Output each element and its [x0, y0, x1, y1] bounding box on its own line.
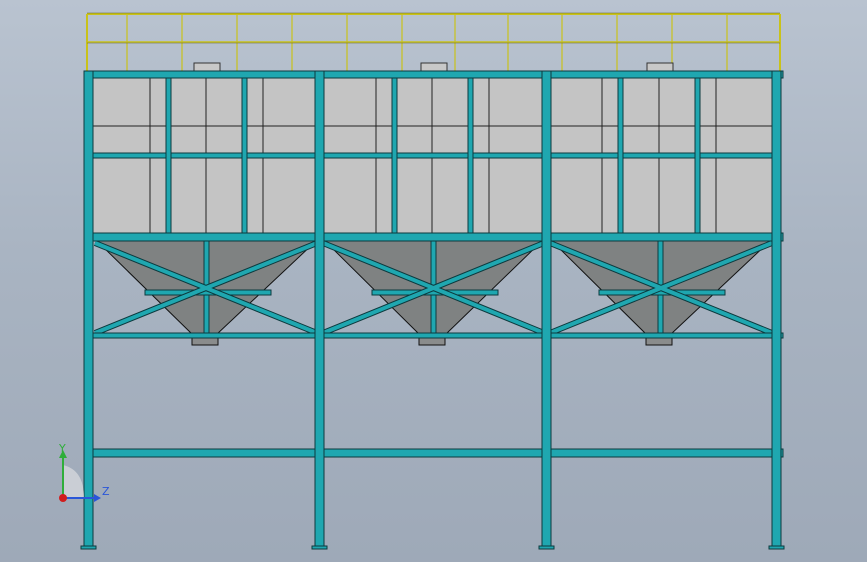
column-base-plates [80, 545, 785, 550]
hopper-top-beam [83, 232, 784, 242]
hopper-bottom-beam [83, 332, 784, 339]
lower-tie-beam [83, 448, 784, 458]
guardrail-outline [87, 12, 780, 44]
column [83, 70, 94, 549]
column [771, 70, 782, 549]
triad-y-label: Y [59, 442, 66, 455]
top-beam [83, 70, 784, 79]
silo-structure-model[interactable] [0, 0, 867, 562]
triad-z-label: Z [102, 485, 110, 498]
triad-xy-plane [63, 465, 84, 498]
bin-panels [91, 77, 775, 235]
column [314, 70, 325, 549]
column [541, 70, 552, 549]
x-axis-icon [59, 494, 67, 502]
cad-viewport[interactable]: Y Z [0, 0, 867, 562]
orientation-triad[interactable] [59, 450, 101, 502]
